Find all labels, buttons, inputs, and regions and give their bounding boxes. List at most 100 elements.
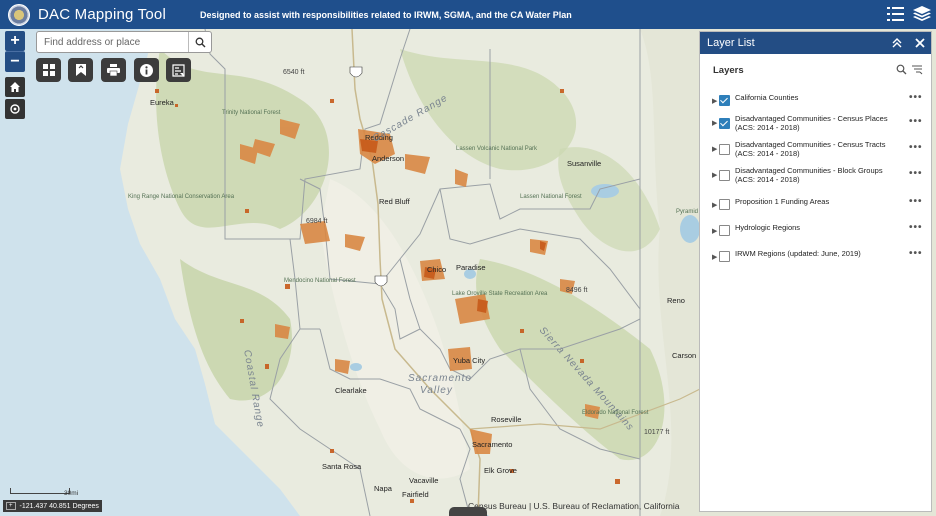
layer-name: IRWM Regions (updated: June, 2019) (735, 249, 861, 258)
print-button[interactable] (101, 58, 126, 82)
coordinate-toggle-icon[interactable]: + (6, 502, 16, 510)
more-options-icon[interactable]: ••• (909, 248, 923, 259)
layer-item[interactable]: ▶ Disadvantaged Communities - Census Pla… (700, 114, 931, 136)
map-label-city: Red Bluff (379, 197, 410, 206)
app-header: DAC Mapping Tool Designed to assist with… (0, 0, 936, 29)
expand-caret-icon[interactable]: ▶ (712, 227, 717, 235)
map-label-elevation: 10177 ft (644, 429, 670, 436)
layer-item[interactable]: ▶ Hydrologic Regions ••• (700, 222, 931, 244)
map-label-elevation: 6540 ft (283, 69, 305, 76)
map-label-city: Vacaville (409, 476, 439, 485)
expand-caret-icon[interactable]: ▶ (712, 97, 717, 105)
layer-name: Disadvantaged Communities - Census Tract… (735, 140, 886, 158)
search-button[interactable] (188, 32, 211, 52)
layer-checkbox[interactable] (719, 95, 730, 106)
map-label-park: Lassen National Forest (520, 194, 582, 200)
map-label-park: Pyramid Lake (676, 209, 713, 215)
more-options-icon[interactable]: ••• (909, 116, 923, 127)
bookmark-button[interactable] (68, 58, 93, 82)
map-label-city: Sacramento (472, 440, 513, 449)
expand-caret-icon[interactable]: ▶ (712, 119, 717, 127)
bottom-panel-toggle[interactable] (449, 507, 487, 516)
basemap-gallery-button[interactable] (36, 58, 61, 82)
locate-icon (10, 104, 20, 114)
more-options-icon[interactable]: ••• (909, 142, 923, 153)
layer-checkbox[interactable] (719, 170, 730, 181)
map-label-park: Eldorado National Forest (582, 410, 649, 416)
map-label-city: Chico (427, 265, 447, 274)
layer-checkbox[interactable] (719, 118, 730, 129)
map-label-city: Elk Grove (484, 466, 517, 475)
app-title: DAC Mapping Tool (38, 6, 166, 23)
search-icon[interactable] (896, 64, 907, 75)
filter-options-icon[interactable] (911, 64, 923, 75)
more-options-icon[interactable]: ••• (909, 92, 923, 103)
map-label-park: Lake Oroville State Recreation Area (452, 291, 547, 297)
more-options-icon[interactable]: ••• (909, 168, 923, 179)
layer-checkbox[interactable] (719, 199, 730, 210)
layer-item[interactable]: ▶ Proposition 1 Funding Areas ••• (700, 196, 931, 218)
app-subtitle: Designed to assist with responsibilities… (200, 9, 572, 20)
info-button[interactable] (134, 58, 159, 82)
layer-name: Disadvantaged Communities - Census Place… (735, 114, 888, 132)
map-label-city: Reno (667, 296, 685, 305)
coordinate-value: -121.437 40.851 Degrees (19, 502, 99, 510)
map-label-city: Anderson (372, 154, 405, 163)
layer-list-panel: Layer List Layers ▶ California Counties … (699, 31, 932, 512)
search-input[interactable] (37, 32, 187, 52)
map-label-city: Susanville (567, 159, 602, 168)
layer-checkbox[interactable] (719, 225, 730, 236)
expand-caret-icon[interactable]: ▶ (712, 201, 717, 209)
legend-button[interactable] (166, 58, 191, 82)
map-label-city: Carson (672, 351, 697, 360)
layer-list-icon[interactable] (886, 5, 906, 23)
layer-item[interactable]: ▶ California Counties ••• (700, 92, 931, 114)
layer-checkbox[interactable] (719, 251, 730, 262)
map-label-elevation: 8496 ft (566, 287, 588, 294)
map-label-city: Eureka (150, 98, 174, 107)
layer-item[interactable]: ▶ IRWM Regions (updated: June, 2019) ••• (700, 248, 931, 270)
map-label-city: Santa Rosa (322, 462, 362, 471)
map-label-elevation: 6984 ft (306, 218, 328, 225)
more-options-icon[interactable]: ••• (909, 196, 923, 207)
layer-name: Hydrologic Regions (735, 223, 801, 232)
layer-checkbox[interactable] (719, 144, 730, 155)
scale-bar (10, 488, 70, 494)
expand-caret-icon[interactable]: ▶ (712, 171, 717, 179)
map-label-park: Mendocino National Forest (284, 278, 356, 284)
layer-name: Disadvantaged Communities - Block Groups… (735, 166, 883, 184)
more-options-icon[interactable]: ••• (909, 222, 923, 233)
seal-logo-icon (8, 3, 30, 26)
collapse-panel-icon[interactable] (892, 38, 902, 48)
map-label-region: Sacramento (408, 373, 472, 384)
close-panel-icon[interactable] (915, 38, 925, 48)
layer-name: Proposition 1 Funding Areas (735, 197, 830, 206)
zoom-out-button[interactable]: − (5, 51, 25, 72)
scale-label: 30mi (64, 490, 79, 497)
layer-list-header: Layer List (700, 32, 931, 54)
zoom-in-button[interactable]: + (5, 31, 25, 51)
map-label-city: Clearlake (335, 386, 367, 395)
map-label-region: Valley (420, 385, 453, 396)
map-label-park: Lassen Volcanic National Park (456, 146, 537, 153)
map-label-park: King Range National Conservation Area (128, 194, 234, 200)
map-label-park: Trinity National Forest (222, 110, 281, 116)
basemap-gallery-icon (42, 64, 55, 76)
home-icon (10, 82, 20, 92)
expand-caret-icon[interactable]: ▶ (712, 253, 717, 261)
map-label-city: Fairfield (402, 490, 429, 499)
locate-button[interactable] (5, 99, 25, 119)
layer-item[interactable]: ▶ Disadvantaged Communities - Block Grou… (700, 166, 931, 188)
layer-item[interactable]: ▶ Disadvantaged Communities - Census Tra… (700, 140, 931, 162)
home-button[interactable] (5, 77, 25, 97)
layer-name: California Counties (735, 93, 799, 102)
layers-section-label: Layers (713, 65, 744, 76)
map-label-city: Napa (374, 484, 392, 493)
panel-title: Layer List (707, 37, 755, 49)
info-icon (140, 63, 153, 77)
legend-icon (172, 63, 185, 77)
layers-icon[interactable] (912, 5, 932, 23)
expand-caret-icon[interactable]: ▶ (712, 145, 717, 153)
search-box (36, 31, 212, 53)
map-attribution: Census Bureau | U.S. Bureau of Reclamati… (468, 501, 680, 511)
